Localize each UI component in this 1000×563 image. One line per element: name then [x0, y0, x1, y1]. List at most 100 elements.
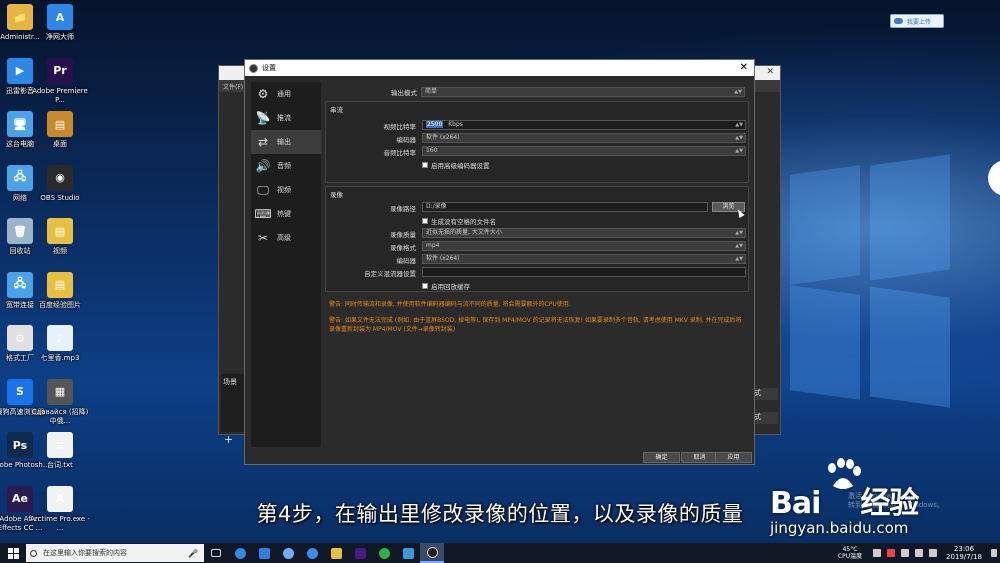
start-button[interactable]: [0, 543, 26, 563]
sidebar-item-label: 高级: [277, 234, 291, 242]
recording-path-label: 录像路径: [390, 205, 416, 213]
no-space-filename-checkbox[interactable]: 生成没有空格的文件名: [422, 216, 496, 226]
desktop-icon[interactable]: Pr Adobe Premiere P...: [28, 57, 92, 105]
chevron-updown-icon: ▲▼: [734, 89, 742, 95]
sidebar-item[interactable]: ⌨ 热键: [251, 202, 321, 226]
desktop-icon[interactable]: ▤ 百度经验图片: [28, 271, 92, 310]
app-icon: ▤: [47, 271, 73, 298]
clock[interactable]: 23:06 2019/7/18: [940, 545, 988, 561]
right-stub-1: 式: [752, 388, 778, 400]
chevron-updown-icon: ▲▼: [735, 230, 743, 236]
add-scene-button[interactable]: +: [224, 433, 233, 446]
app-icon: ▤: [47, 111, 73, 137]
desktop-icon[interactable]: ▤ 桌面: [28, 111, 92, 149]
output-mode-value: 简单: [425, 88, 438, 95]
cpu-temp-value: 45°C: [842, 546, 858, 553]
volume-icon[interactable]: [915, 549, 923, 557]
recording-format-label: 录像格式: [390, 244, 416, 252]
advanced-encoder-checkbox[interactable]: 启用高级编码器设置: [422, 160, 490, 170]
app-arrow-icon[interactable]: [396, 543, 420, 563]
spinner-icon[interactable]: ▲▼: [735, 121, 743, 129]
sidebar-item[interactable]: 🖵 视频: [251, 178, 321, 202]
microphone-icon[interactable]: 🎤: [188, 549, 198, 558]
no-space-filename-label: 生成没有空格的文件名: [431, 218, 496, 226]
replay-buffer-checkbox[interactable]: 启用回放缓存: [422, 281, 470, 291]
desktop-icon[interactable]: A 净网大师: [28, 4, 92, 42]
tray-icon-1[interactable]: [873, 549, 881, 557]
clock-time: 23:06: [953, 545, 975, 553]
apply-button[interactable]: 应用: [715, 452, 752, 463]
app-icon: ≡: [47, 432, 73, 458]
taskbar-search[interactable]: 在这里输入你要搜索的内容 🎤: [26, 544, 204, 562]
desktop-icon[interactable]: ◉ OBS Studio: [28, 164, 92, 203]
cancel-button[interactable]: 取消: [681, 452, 718, 463]
recording-encoder-select[interactable]: 软件 (x264) ▲▼: [422, 254, 746, 264]
wechat-icon[interactable]: [372, 543, 396, 563]
network-icon[interactable]: [901, 549, 909, 557]
sidebar-item[interactable]: 📡 推流: [251, 106, 321, 130]
obs-taskbar-icon[interactable]: [420, 543, 444, 563]
close-icon[interactable]: ✕: [766, 67, 774, 77]
baidu-netdisk-icon[interactable]: [276, 543, 300, 563]
cpu-temp-label: CPU温度: [837, 553, 863, 560]
settings-sidebar: ⚙ 通用 📡 推流 ⇄ 输出 🔊 音频 🖵 视频 ⌨ 热键 ✂ 高级: [251, 82, 321, 447]
audio-bitrate-select[interactable]: 160 ▲▼: [422, 146, 746, 156]
sidebar-item[interactable]: 🔊 音频: [251, 154, 321, 178]
dialog-titlebar: 设置 ✕: [245, 60, 754, 76]
ime-icon[interactable]: [929, 549, 937, 557]
recording-encoder-value: 软件 (x264): [426, 255, 460, 262]
tray-icon-2[interactable]: [887, 549, 895, 557]
sidebar-item[interactable]: ⚙ 通用: [251, 82, 321, 106]
streaming-group-title: 串流: [330, 106, 343, 114]
app-icon: ▦: [47, 378, 73, 405]
sidebar-item-label: 热键: [277, 210, 291, 218]
output-mode-label: 输出模式: [391, 89, 417, 97]
premiere-icon[interactable]: [348, 543, 372, 563]
notification-icon[interactable]: [991, 549, 997, 557]
desktop-icon-label: Adobe Premiere P...: [32, 86, 88, 104]
task-view-icon[interactable]: [204, 543, 228, 563]
recording-path-input[interactable]: D:/录像: [422, 202, 708, 212]
desktop-icon[interactable]: ▦ Сдавайся (招降) 中俄...: [28, 378, 92, 426]
output-mode-select[interactable]: 简单 ▲▼: [421, 87, 745, 97]
recording-format-select[interactable]: mp4 ▲▼: [422, 241, 746, 251]
app-icon: ◉: [47, 164, 73, 191]
sidebar-item[interactable]: ⇄ 输出: [251, 130, 321, 154]
checkbox-box[interactable]: [422, 162, 428, 168]
stream-encoder-select[interactable]: 软件 (x264) ▲▼: [422, 133, 746, 143]
sidebar-item-label: 推流: [277, 114, 291, 122]
search-placeholder: 在这里输入你要搜索的内容: [43, 549, 127, 557]
sidebar-item[interactable]: ✂ 高级: [251, 226, 321, 250]
video-subtitle: 第4步，在输出里修改录像的位置，以及录像的质量: [256, 502, 744, 526]
checkbox-box[interactable]: [422, 218, 428, 224]
desktop-icon[interactable]: ≡ 台词.txt: [28, 432, 92, 470]
edge-icon[interactable]: [228, 543, 252, 563]
speaker-icon: 🔊: [255, 159, 271, 173]
recording-quality-select[interactable]: 近似无损的质量, 大文件大小 ▲▼: [422, 228, 746, 238]
cpu-temp[interactable]: 45°C CPU温度: [830, 546, 870, 560]
chevron-updown-icon: ▲▼: [735, 148, 743, 154]
warning-text-1: 警告: 同时传输流和录像, 并使用软件编码器编码与流不同的质量, 将会需要额外的…: [329, 301, 571, 308]
checkbox-box[interactable]: [422, 283, 428, 289]
app-k-icon[interactable]: [252, 543, 276, 563]
ok-button[interactable]: 确定: [643, 452, 680, 463]
recording-encoder-label: 编码器: [396, 257, 417, 265]
cloud-icon: [894, 18, 903, 24]
sogou-browser-icon[interactable]: [300, 543, 324, 563]
recording-path-value: D:/录像: [426, 203, 447, 210]
desktop-icon[interactable]: ▤ 视频: [28, 218, 92, 256]
close-icon[interactable]: ✕: [740, 62, 748, 73]
video-bitrate-input[interactable]: 2500 Kbps ▲▼: [422, 120, 746, 130]
video-bitrate-value: 2500: [426, 121, 444, 128]
windows-logo-icon: [7, 547, 19, 559]
recording-group-title: 录像: [330, 191, 343, 199]
upload-button[interactable]: 我要上传: [890, 14, 944, 28]
file-explorer-icon[interactable]: [324, 543, 348, 563]
taskbar: 在这里输入你要搜索的内容 🎤 45°C CPU温度 23:06 2019/7/1…: [0, 543, 1000, 563]
video-bitrate-label: 视频比特率: [383, 123, 417, 131]
recording-quality-label: 录像质量: [390, 231, 416, 239]
muxer-settings-input[interactable]: [422, 267, 746, 277]
search-icon: [30, 549, 37, 557]
recording-format-value: mp4: [426, 242, 440, 249]
desktop-icon[interactable]: ♪ 七里香.mp3: [28, 325, 92, 363]
